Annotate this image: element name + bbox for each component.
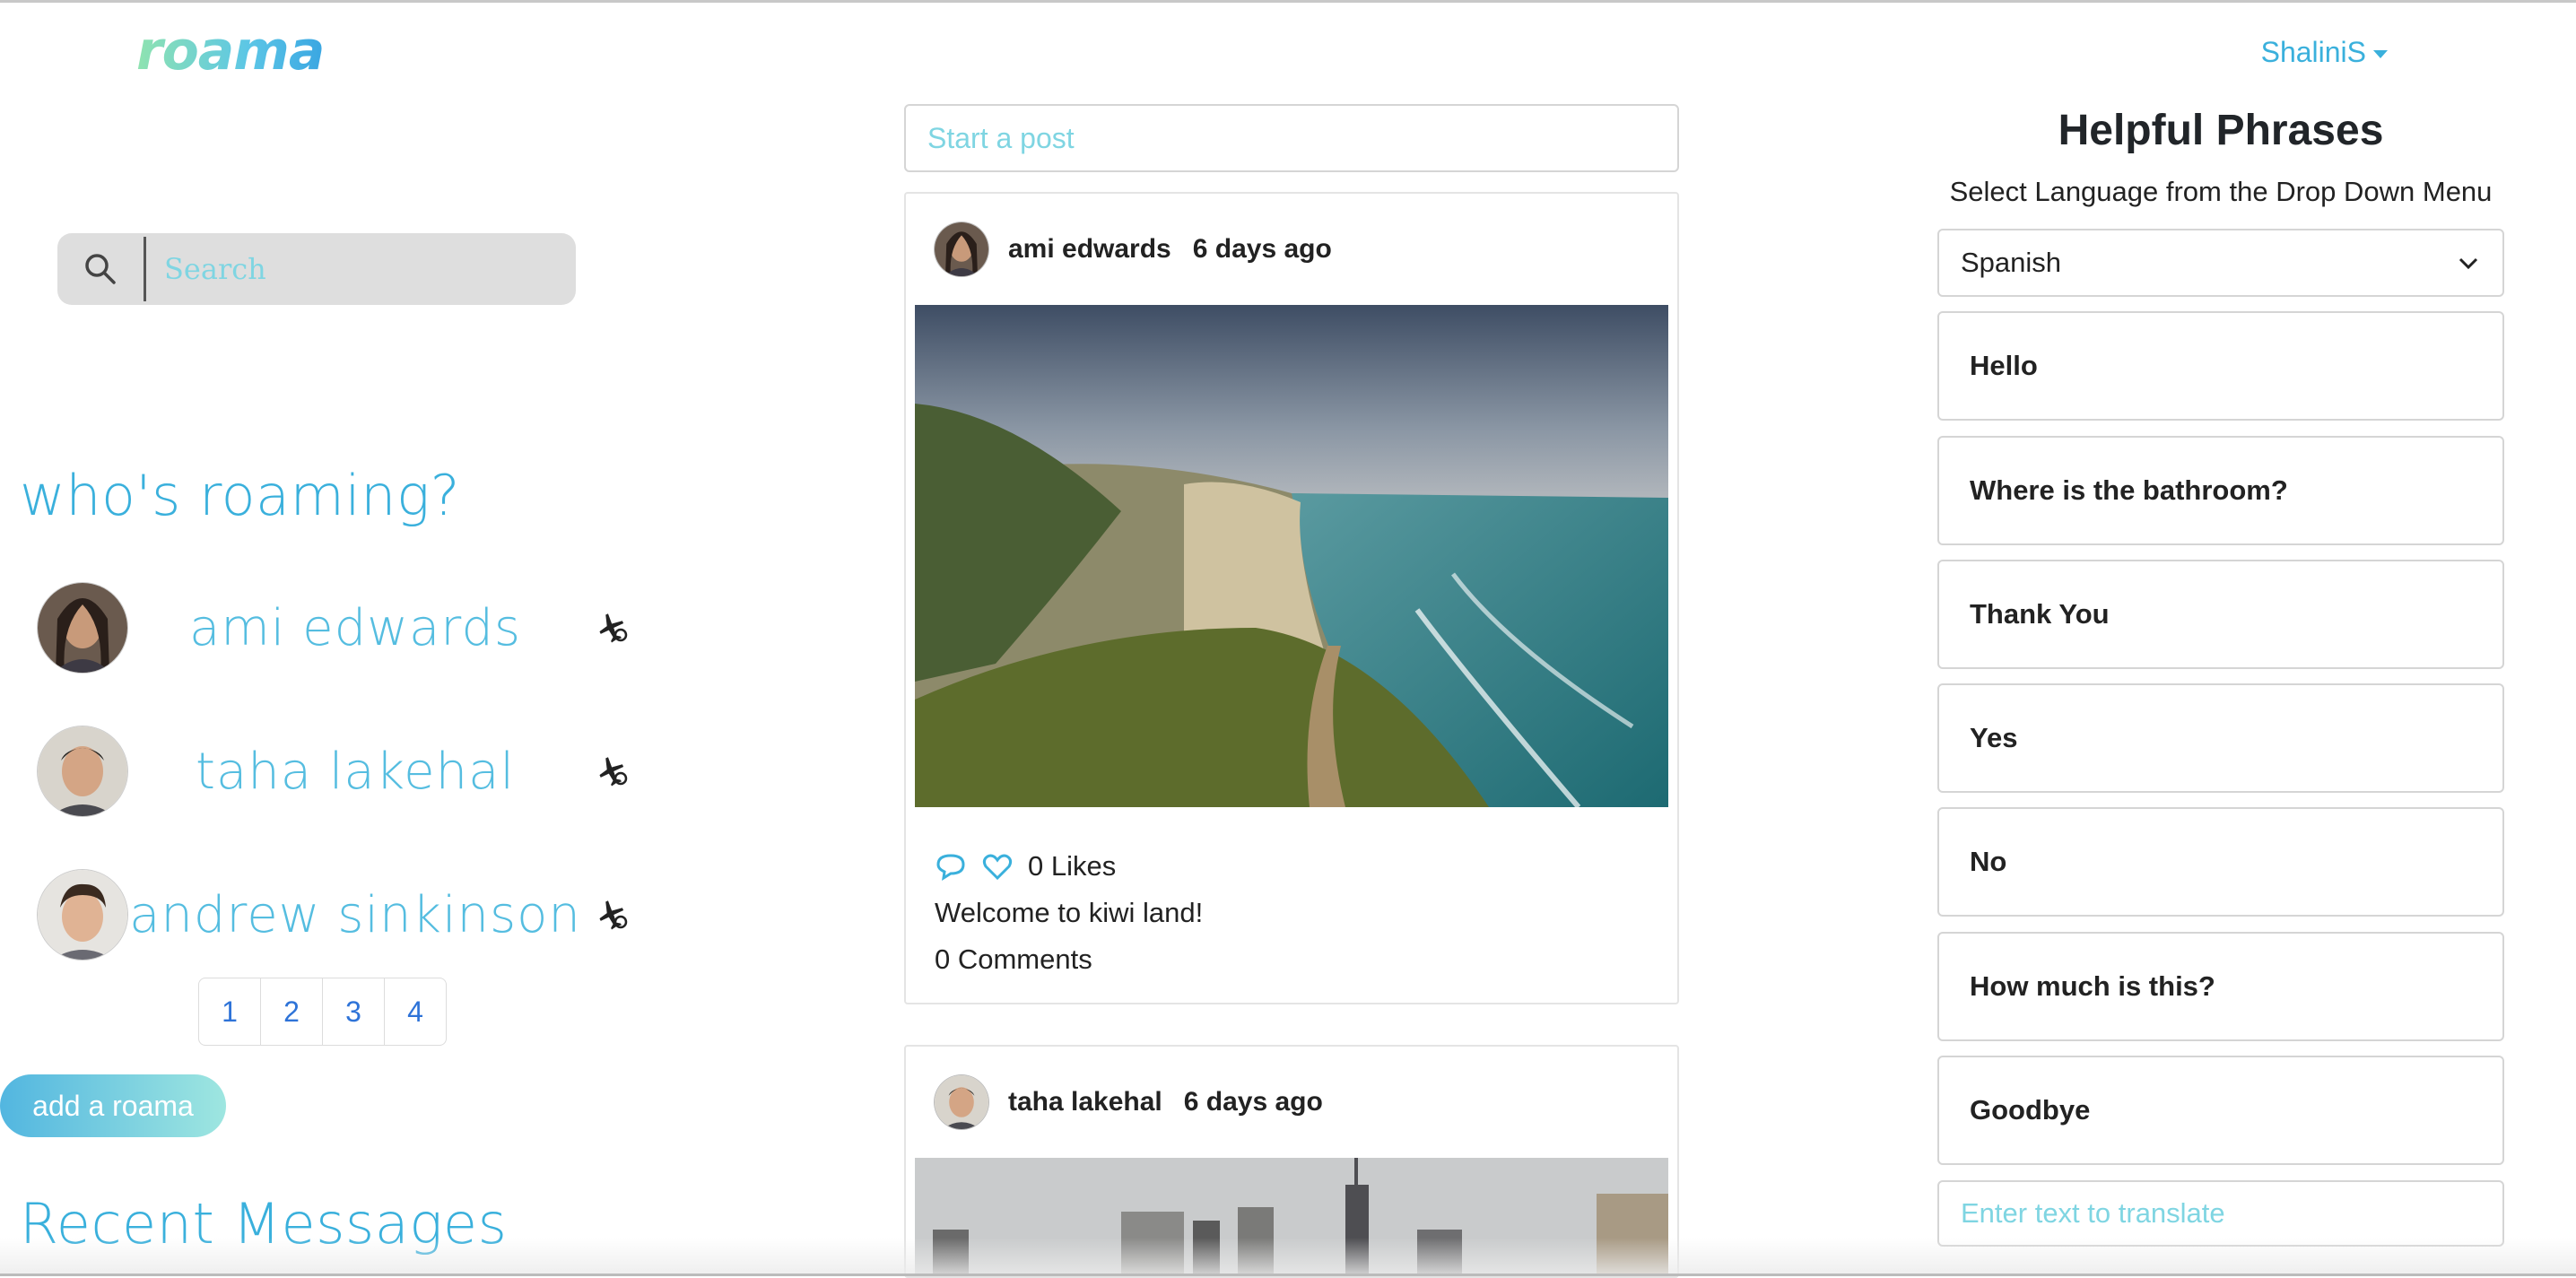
roamer-item[interactable]: ami edwards <box>38 556 630 700</box>
post-header: taha lakehal 6 days ago <box>906 1047 1677 1158</box>
phrase-button[interactable]: Goodbye <box>1937 1056 2504 1165</box>
search-input[interactable] <box>146 237 576 301</box>
avatar[interactable] <box>38 583 127 673</box>
search-icon[interactable] <box>57 233 144 305</box>
comment-icon[interactable] <box>935 850 967 882</box>
top-border <box>0 0 2576 3</box>
add-roama-button[interactable]: add a roama <box>0 1074 226 1137</box>
page-link-2[interactable]: 2 <box>260 978 323 1046</box>
search-bar <box>57 233 576 305</box>
avatar[interactable] <box>935 1075 988 1129</box>
avatar[interactable] <box>935 222 988 276</box>
page-link-3[interactable]: 3 <box>322 978 385 1046</box>
post-timestamp: 6 days ago <box>1192 234 1332 264</box>
roamer-list: ami edwards taha lakehal andrew sinkinso… <box>38 556 630 987</box>
post-author[interactable]: ami edwards <box>1008 234 1171 265</box>
language-instructions: Select Language from the Drop Down Menu <box>1949 176 2493 207</box>
pagination: 1 2 3 4 <box>198 978 447 1046</box>
post-card: ami edwards 6 days ago 0 Likes Welcome t… <box>904 192 1679 1004</box>
phrase-button[interactable]: How much is this? <box>1937 932 2504 1041</box>
like-count: 0 Likes <box>1028 850 1117 882</box>
helpful-phrases-heading: Helpful Phrases <box>2058 107 2384 154</box>
translate-input[interactable] <box>1937 1180 2504 1247</box>
roamer-name[interactable]: taha lakehal <box>127 743 583 801</box>
chevron-down-icon[interactable] <box>2456 250 2481 275</box>
avatar[interactable] <box>38 870 127 960</box>
airplane-follow-icon[interactable] <box>594 897 630 933</box>
user-menu[interactable]: ShaliniS <box>2261 36 2388 69</box>
page-link-4[interactable]: 4 <box>384 978 447 1046</box>
post-header: ami edwards 6 days ago <box>906 194 1677 305</box>
airplane-follow-icon[interactable] <box>594 753 630 789</box>
heart-icon[interactable] <box>981 850 1014 882</box>
page-link-1[interactable]: 1 <box>198 978 261 1046</box>
whos-roaming-heading: who's roaming? <box>20 463 461 528</box>
window-bottom-edge <box>0 1238 2576 1276</box>
post-caption: Welcome to kiwi land! <box>935 897 1204 928</box>
start-post-input[interactable] <box>904 104 1679 172</box>
phrase-button[interactable]: Where is the bathroom? <box>1937 436 2504 545</box>
selected-language[interactable]: Spanish <box>1961 247 2061 279</box>
roamer-name[interactable]: ami edwards <box>127 599 583 657</box>
phrase-button[interactable]: No <box>1937 807 2504 917</box>
post-timestamp: 6 days ago <box>1183 1087 1323 1117</box>
avatar[interactable] <box>38 726 127 816</box>
phrase-button[interactable]: Yes <box>1937 683 2504 793</box>
post-author[interactable]: taha lakehal <box>1008 1087 1162 1117</box>
caret-down-icon[interactable] <box>2373 50 2388 58</box>
phrase-button[interactable]: Thank You <box>1937 560 2504 669</box>
comment-count[interactable]: 0 Comments <box>935 943 1677 976</box>
phrase-button[interactable]: Hello <box>1937 311 2504 421</box>
post-actions: 0 Likes <box>935 850 1677 882</box>
roamer-item[interactable]: taha lakehal <box>38 700 630 843</box>
roamer-item[interactable]: andrew sinkinson <box>38 843 630 987</box>
post-photo <box>915 305 1668 807</box>
airplane-follow-icon[interactable] <box>594 610 630 646</box>
language-select[interactable]: Spanish <box>1937 229 2504 297</box>
app-logo[interactable]: roama <box>136 20 325 83</box>
user-menu-label[interactable]: ShaliniS <box>2261 36 2366 69</box>
roamer-name[interactable]: andrew sinkinson <box>127 886 583 944</box>
